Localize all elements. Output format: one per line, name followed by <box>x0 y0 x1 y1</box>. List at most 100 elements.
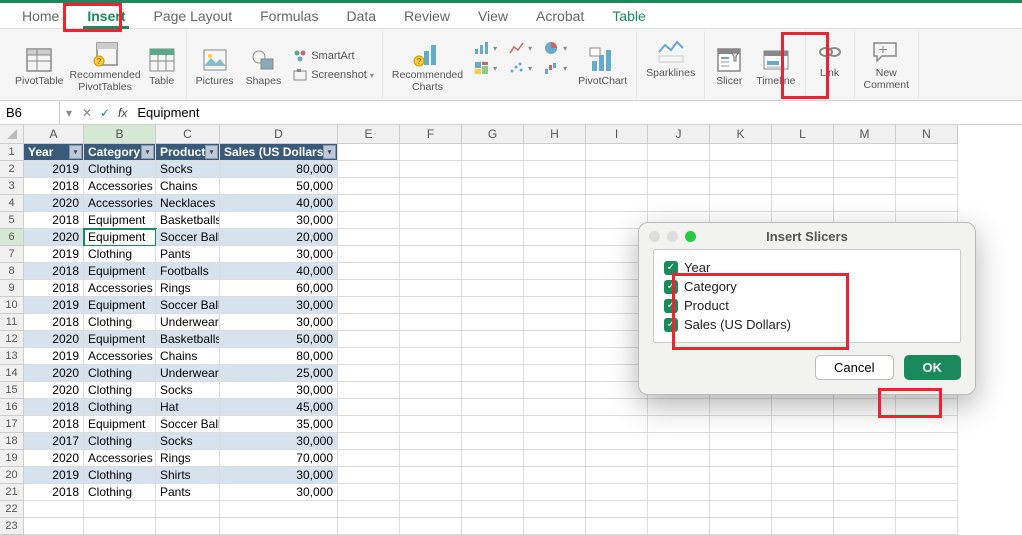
cell[interactable] <box>524 433 586 450</box>
cell[interactable]: Footballs <box>156 263 220 280</box>
cell[interactable] <box>896 450 958 467</box>
cell[interactable] <box>710 399 772 416</box>
column-header[interactable]: J <box>648 125 710 144</box>
cell[interactable]: 2018 <box>24 399 84 416</box>
cell[interactable] <box>648 484 710 501</box>
cell[interactable] <box>400 178 462 195</box>
tab-formulas[interactable]: Formulas <box>246 4 332 28</box>
cell[interactable]: Clothing <box>84 433 156 450</box>
recommended-charts-button[interactable]: ? Recommended Charts <box>389 37 466 95</box>
traffic-zoom-icon[interactable] <box>685 231 696 242</box>
column-header[interactable]: C <box>156 125 220 144</box>
cell[interactable] <box>710 161 772 178</box>
cell[interactable] <box>896 518 958 535</box>
cell[interactable] <box>772 195 834 212</box>
cell[interactable]: Underwear <box>156 314 220 331</box>
row-header[interactable]: 14 <box>0 365 24 382</box>
cell[interactable] <box>400 195 462 212</box>
table-button[interactable]: Table <box>144 43 180 89</box>
cell[interactable] <box>524 280 586 297</box>
cell[interactable]: Rings <box>156 280 220 297</box>
cell[interactable] <box>400 399 462 416</box>
cell[interactable] <box>462 144 524 161</box>
cell[interactable] <box>834 518 896 535</box>
cell[interactable] <box>462 161 524 178</box>
cell[interactable] <box>586 161 648 178</box>
cell[interactable] <box>896 467 958 484</box>
cell[interactable] <box>338 263 400 280</box>
cell[interactable] <box>648 501 710 518</box>
cell[interactable] <box>524 484 586 501</box>
tab-review[interactable]: Review <box>390 4 464 28</box>
cell[interactable] <box>338 467 400 484</box>
cell[interactable]: Basketballs <box>156 212 220 229</box>
cell[interactable]: 2019 <box>24 348 84 365</box>
cell[interactable] <box>338 161 400 178</box>
cell[interactable] <box>338 518 400 535</box>
cell[interactable] <box>896 501 958 518</box>
filter-dropdown-icon[interactable]: ▾ <box>205 145 218 159</box>
cell[interactable]: 30,000 <box>220 297 338 314</box>
cell[interactable] <box>400 314 462 331</box>
tab-view[interactable]: View <box>464 4 522 28</box>
cell[interactable] <box>338 212 400 229</box>
cell[interactable] <box>896 484 958 501</box>
cell[interactable] <box>710 518 772 535</box>
cell[interactable] <box>338 144 400 161</box>
tab-home[interactable]: Home <box>8 4 73 28</box>
cell[interactable] <box>772 178 834 195</box>
cell[interactable] <box>710 433 772 450</box>
cell[interactable]: 20,000 <box>220 229 338 246</box>
row-header[interactable]: 21 <box>0 484 24 501</box>
cell[interactable]: 60,000 <box>220 280 338 297</box>
cell[interactable] <box>834 195 896 212</box>
cell[interactable]: Clothing <box>84 314 156 331</box>
recommended-pivottables-button[interactable]: ? Recommended PivotTables <box>66 37 143 95</box>
cell[interactable]: Socks <box>156 382 220 399</box>
cell[interactable]: Equipment <box>84 297 156 314</box>
row-header[interactable]: 17 <box>0 416 24 433</box>
filter-dropdown-icon[interactable]: ▾ <box>141 145 154 159</box>
cell[interactable]: Equipment <box>84 212 156 229</box>
cell[interactable]: 2019 <box>24 161 84 178</box>
column-header[interactable]: K <box>710 125 772 144</box>
cell[interactable]: Clothing <box>84 467 156 484</box>
chart-scatter-button[interactable]: ▾ <box>507 59 534 77</box>
cell[interactable] <box>524 518 586 535</box>
row-header[interactable]: 1 <box>0 144 24 161</box>
cell[interactable] <box>772 399 834 416</box>
row-header[interactable]: 2 <box>0 161 24 178</box>
cell[interactable] <box>462 331 524 348</box>
cell[interactable] <box>648 467 710 484</box>
filter-dropdown-icon[interactable]: ▾ <box>323 145 336 159</box>
cell[interactable] <box>834 161 896 178</box>
row-header[interactable]: 3 <box>0 178 24 195</box>
cell[interactable] <box>338 433 400 450</box>
cell[interactable] <box>772 161 834 178</box>
cell[interactable]: 2019 <box>24 467 84 484</box>
cell[interactable]: 2018 <box>24 280 84 297</box>
cell[interactable] <box>462 263 524 280</box>
column-header[interactable]: A <box>24 125 84 144</box>
cell[interactable] <box>710 144 772 161</box>
cell[interactable]: Equipment <box>84 263 156 280</box>
chart-bar-button[interactable]: ▾ <box>472 39 499 57</box>
cell[interactable] <box>400 263 462 280</box>
cell[interactable]: Clothing <box>84 246 156 263</box>
cell[interactable]: 2020 <box>24 382 84 399</box>
cell[interactable] <box>772 416 834 433</box>
chart-line-button[interactable]: ▾ <box>507 39 534 57</box>
cell[interactable] <box>524 246 586 263</box>
cell[interactable] <box>338 195 400 212</box>
cell[interactable]: Accessories <box>84 450 156 467</box>
cell[interactable] <box>338 450 400 467</box>
cell[interactable]: 2018 <box>24 178 84 195</box>
cell[interactable] <box>220 501 338 518</box>
cell[interactable] <box>462 297 524 314</box>
formula-input[interactable] <box>131 101 1022 124</box>
cell[interactable] <box>648 433 710 450</box>
cell[interactable] <box>896 144 958 161</box>
cell[interactable] <box>338 331 400 348</box>
cell[interactable] <box>648 518 710 535</box>
cell[interactable] <box>462 467 524 484</box>
